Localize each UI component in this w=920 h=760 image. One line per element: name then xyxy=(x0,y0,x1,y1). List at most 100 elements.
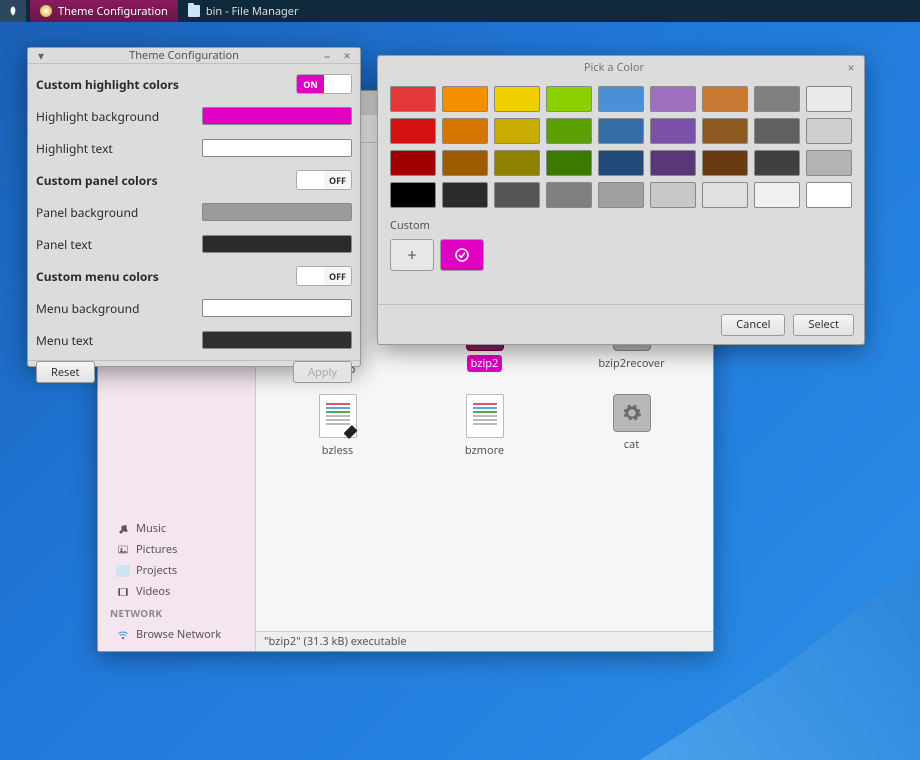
color-swatch[interactable] xyxy=(598,150,644,176)
color-swatch-button[interactable] xyxy=(202,203,352,221)
script-icon xyxy=(319,394,357,438)
selected-color-swatch[interactable] xyxy=(440,239,484,271)
close-icon[interactable]: × xyxy=(340,49,354,63)
color-swatch[interactable] xyxy=(494,150,540,176)
color-swatch[interactable] xyxy=(390,118,436,144)
color-swatch[interactable] xyxy=(806,150,852,176)
sidebar-item-label: Music xyxy=(136,521,166,536)
sidebar-category-network: NETWORK xyxy=(98,602,255,624)
option-label: Menu background xyxy=(36,300,202,317)
color-swatch-button[interactable] xyxy=(202,107,352,125)
option-label: Highlight background xyxy=(36,108,202,125)
apply-button[interactable]: Apply xyxy=(293,361,352,383)
color-swatch[interactable] xyxy=(442,182,488,208)
file-item[interactable]: bzmore xyxy=(411,394,558,459)
close-icon[interactable]: × xyxy=(844,60,858,74)
add-custom-color-button[interactable]: + xyxy=(390,239,434,271)
color-swatch[interactable] xyxy=(442,86,488,112)
color-swatch[interactable] xyxy=(650,118,696,144)
section-header: Custom panel colors xyxy=(36,172,296,189)
sidebar-item-label: Browse Network xyxy=(136,627,221,642)
sidebar-item-pictures[interactable]: Pictures xyxy=(98,539,255,560)
color-swatch[interactable] xyxy=(806,118,852,144)
file-item[interactable]: cat xyxy=(558,394,705,459)
theme-config-titlebar: ▾ Theme Configuration – × xyxy=(28,48,360,64)
taskbar: Theme Configuration bin - File Manager xyxy=(0,0,920,22)
reset-button[interactable]: Reset xyxy=(36,361,95,383)
option-label: Panel background xyxy=(36,204,202,221)
minimize-icon[interactable]: – xyxy=(320,49,334,63)
color-swatch[interactable] xyxy=(598,118,644,144)
toggle-switch[interactable]: OFF xyxy=(296,266,352,286)
color-swatch[interactable] xyxy=(754,182,800,208)
file-label: bzip2recover xyxy=(594,355,668,372)
toggle-switch[interactable]: OFF xyxy=(296,170,352,190)
executable-icon xyxy=(613,394,651,432)
color-swatch[interactable] xyxy=(442,150,488,176)
file-item[interactable]: bzless xyxy=(264,394,411,459)
color-swatch-button[interactable] xyxy=(202,139,352,157)
color-swatch[interactable] xyxy=(650,150,696,176)
color-swatch-button[interactable] xyxy=(202,331,352,349)
color-swatch[interactable] xyxy=(494,118,540,144)
sidebar-item-browse-network[interactable]: Browse Network xyxy=(98,624,255,645)
color-swatch[interactable] xyxy=(546,182,592,208)
custom-colors-label: Custom xyxy=(390,218,852,233)
color-swatch[interactable] xyxy=(442,118,488,144)
file-label: bzip2 xyxy=(467,355,503,372)
section-header: Custom highlight colors xyxy=(36,76,296,93)
toggle-off-label: OFF xyxy=(324,171,351,189)
color-swatch[interactable] xyxy=(494,182,540,208)
color-swatch[interactable] xyxy=(702,86,748,112)
sidebar-item-label: Videos xyxy=(136,584,170,599)
option-label: Highlight text xyxy=(36,140,202,157)
taskbar-label: Theme Configuration xyxy=(58,4,168,19)
color-swatch[interactable] xyxy=(650,86,696,112)
script-icon xyxy=(466,394,504,438)
cancel-button[interactable]: Cancel xyxy=(721,314,785,336)
file-label: cat xyxy=(620,436,643,453)
sidebar-item-music[interactable]: Music xyxy=(98,518,255,539)
color-swatch[interactable] xyxy=(390,182,436,208)
color-swatch[interactable] xyxy=(754,118,800,144)
color-swatch[interactable] xyxy=(650,182,696,208)
color-swatch[interactable] xyxy=(702,150,748,176)
toggle-off-label: OFF xyxy=(324,267,351,285)
file-label: bzless xyxy=(318,442,357,459)
color-swatch[interactable] xyxy=(390,150,436,176)
select-button[interactable]: Select xyxy=(793,314,854,336)
color-swatch[interactable] xyxy=(754,86,800,112)
color-swatch[interactable] xyxy=(390,86,436,112)
toggle-off-label xyxy=(324,75,351,93)
sidebar-item-videos[interactable]: Videos xyxy=(98,581,255,602)
toggle-switch[interactable]: ON xyxy=(296,74,352,94)
color-swatch[interactable] xyxy=(546,118,592,144)
taskbar-item-file-manager[interactable]: bin - File Manager xyxy=(178,0,309,22)
color-swatch[interactable] xyxy=(546,86,592,112)
color-swatch[interactable] xyxy=(702,118,748,144)
color-swatch[interactable] xyxy=(494,86,540,112)
color-swatch[interactable] xyxy=(806,86,852,112)
color-swatch[interactable] xyxy=(754,150,800,176)
color-grid xyxy=(390,86,852,208)
color-picker-window: Pick a Color × Custom + Cancel Select xyxy=(377,55,865,345)
color-swatch[interactable] xyxy=(702,182,748,208)
window-menu-icon[interactable]: ▾ xyxy=(34,49,48,63)
color-swatch-button[interactable] xyxy=(202,299,352,317)
color-swatch[interactable] xyxy=(806,182,852,208)
color-swatch[interactable] xyxy=(598,182,644,208)
sidebar-item-projects[interactable]: Projects xyxy=(98,560,255,581)
app-menu-icon[interactable] xyxy=(0,0,26,22)
color-swatch[interactable] xyxy=(546,150,592,176)
taskbar-item-theme-config[interactable]: Theme Configuration xyxy=(30,0,178,22)
taskbar-label: bin - File Manager xyxy=(206,4,299,19)
color-swatch[interactable] xyxy=(598,86,644,112)
file-label: bzmore xyxy=(461,442,508,459)
palette-icon xyxy=(40,5,52,17)
toggle-on-label xyxy=(297,267,324,285)
sidebar-item-label: Projects xyxy=(136,563,177,578)
option-label: Panel text xyxy=(36,236,202,253)
window-title: Theme Configuration xyxy=(54,48,314,63)
theme-configuration-window: ▾ Theme Configuration – × Custom highlig… xyxy=(27,47,361,367)
color-swatch-button[interactable] xyxy=(202,235,352,253)
